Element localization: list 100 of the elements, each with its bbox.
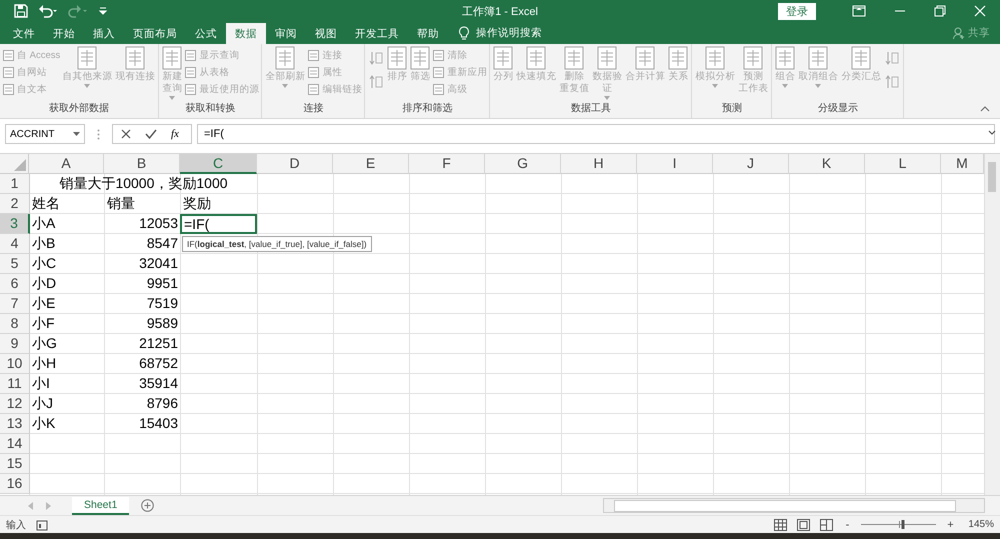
zoom-out-button[interactable]: - <box>843 518 852 530</box>
caret-icon <box>782 84 788 88</box>
expand-caret-icon[interactable] <box>988 130 996 135</box>
row-header[interactable]: 16 <box>0 474 30 494</box>
caret-icon <box>282 84 288 88</box>
ribbon-tab[interactable]: 页面布局 <box>124 24 186 44</box>
document-icon <box>432 49 446 62</box>
column-header[interactable]: E <box>333 154 410 174</box>
document-icon <box>307 83 320 96</box>
sheet-tab[interactable]: Sheet1 <box>72 496 130 514</box>
page-layout-icon[interactable] <box>797 518 810 530</box>
ribbon-tab[interactable]: 数据 <box>226 23 266 44</box>
row-header[interactable]: 12 <box>0 394 30 414</box>
add-sheet-icon[interactable] <box>141 499 154 512</box>
row-header[interactable]: 8 <box>0 314 30 334</box>
group-label: 预测 <box>720 102 743 116</box>
column-header[interactable]: I <box>637 154 714 174</box>
column-header[interactable]: A <box>29 154 104 174</box>
close-icon[interactable] <box>974 5 986 17</box>
ribbon-tab[interactable]: 帮助 <box>408 24 448 44</box>
column-header[interactable]: J <box>713 154 790 174</box>
check-icon[interactable] <box>145 129 157 139</box>
group-label: 分级显示 <box>816 102 859 116</box>
column-header[interactable]: L <box>865 154 942 174</box>
table-cell-text: 小C <box>31 254 58 273</box>
ribbon-tab[interactable]: 公式 <box>186 24 226 44</box>
person-icon[interactable] <box>953 27 965 40</box>
macro-record-icon[interactable] <box>36 518 48 530</box>
row-header[interactable]: 14 <box>0 434 30 454</box>
column-header[interactable]: F <box>409 154 486 174</box>
table-cell-text: 小H <box>31 354 58 373</box>
table-cell-text: 12053 <box>138 214 179 233</box>
ribbon-tab[interactable]: 开发工具 <box>346 24 408 44</box>
column-header[interactable]: D <box>257 154 334 174</box>
table-cell-text: 15403 <box>138 414 179 433</box>
table-cell-text: 9589 <box>146 314 179 333</box>
column-header[interactable]: C <box>180 154 258 174</box>
lightbulb-icon[interactable] <box>458 26 470 40</box>
horizontal-scrollbar[interactable] <box>603 498 985 513</box>
zoom-slider[interactable] <box>901 520 904 529</box>
table-cell-text: 9951 <box>146 274 179 293</box>
row-header[interactable]: 9 <box>0 334 30 354</box>
page-break-icon[interactable] <box>820 518 834 530</box>
ribbon-tab[interactable]: 插入 <box>84 24 124 44</box>
normal-view-icon[interactable] <box>774 518 788 530</box>
ribbon-display-icon[interactable] <box>852 5 866 17</box>
ribbon-tab[interactable]: 审阅 <box>266 24 306 44</box>
column-header[interactable]: H <box>561 154 638 174</box>
caret-icon <box>604 96 610 100</box>
ribbon-tab[interactable]: 文件 <box>4 24 44 44</box>
formula-input[interactable]: =IF( <box>197 124 995 144</box>
table-cell-text: 小B <box>31 234 56 253</box>
signin-button[interactable]: 登录 <box>778 2 816 20</box>
table-cell-text: 奖励 <box>182 194 212 213</box>
group-label: 排序和筛选 <box>401 102 454 116</box>
table-cell-text: 7519 <box>146 294 179 313</box>
table-cell-text: 68752 <box>138 354 179 373</box>
active-cell: =IF( <box>180 214 257 234</box>
table-cell-text: 小F <box>31 314 56 333</box>
row-header[interactable]: 13 <box>0 414 30 434</box>
row-header[interactable]: 11 <box>0 374 30 394</box>
zoom-level[interactable]: 145% <box>968 519 994 530</box>
restore-icon[interactable] <box>934 5 946 17</box>
zoom-in-button[interactable]: + <box>946 518 954 530</box>
table-cell-text: 32041 <box>138 254 179 273</box>
row-header[interactable]: 3 <box>0 214 30 234</box>
row-header[interactable]: 1 <box>0 174 30 194</box>
ribbon-tab[interactable]: 开始 <box>44 24 84 44</box>
function-tooltip: IF(logical_test, [value_if_true], [value_if_false]) <box>182 236 372 252</box>
row-header[interactable]: 7 <box>0 294 30 314</box>
table-cell-text: 8796 <box>146 394 179 413</box>
table-cell-text: 姓名 <box>31 194 61 213</box>
customize-caret-icon[interactable] <box>98 6 108 16</box>
insert-function-button[interactable]: fx <box>171 128 179 140</box>
table-cell-text: 小D <box>31 274 58 293</box>
undo-icon[interactable] <box>38 4 58 18</box>
column-header[interactable]: K <box>789 154 866 174</box>
name-box[interactable]: ACCRINT <box>5 124 85 144</box>
cancel-icon[interactable] <box>121 129 131 139</box>
row-header[interactable]: 15 <box>0 454 30 474</box>
column-header[interactable]: G <box>485 154 562 174</box>
save-icon[interactable] <box>14 4 28 18</box>
table-cell-text: 销量 <box>106 194 136 213</box>
group-label: 数据工具 <box>570 102 612 116</box>
drag-handle-icon[interactable] <box>97 128 100 140</box>
row-header[interactable]: 2 <box>0 194 30 214</box>
row-header[interactable]: 4 <box>0 234 30 254</box>
ribbon-tab[interactable]: 视图 <box>306 24 346 44</box>
tell-me-search[interactable]: 操作说明搜索 <box>476 26 542 40</box>
document-icon <box>307 66 320 79</box>
row-header[interactable]: 5 <box>0 254 30 274</box>
vertical-scrollbar[interactable] <box>984 154 1000 495</box>
row-header[interactable]: 6 <box>0 274 30 294</box>
document-icon <box>307 49 320 62</box>
table-cell-text: 小G <box>31 334 58 353</box>
caret-icon <box>712 84 718 88</box>
row-header[interactable]: 10 <box>0 354 30 374</box>
document-icon <box>184 83 198 96</box>
window-title: 工作簿1 - Excel <box>462 5 538 19</box>
table-cell-text: 小A <box>31 214 56 233</box>
